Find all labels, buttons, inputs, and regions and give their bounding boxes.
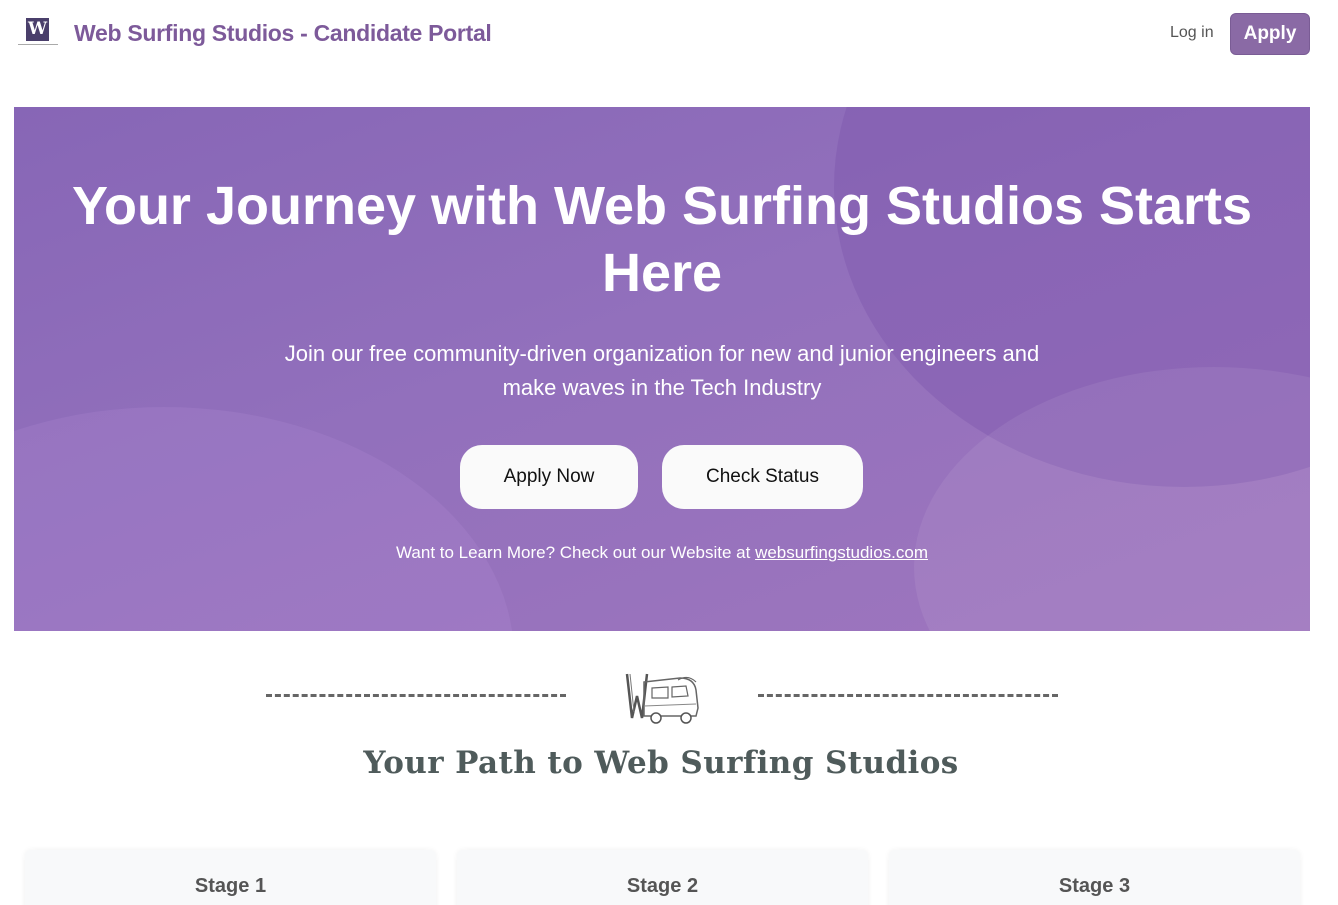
learn-more-label: Want to Learn More? Check out our Websit… — [396, 543, 756, 562]
hero-subtitle: Join our free community-driven organizat… — [284, 341, 1040, 400]
divider-left — [266, 694, 566, 697]
apply-now-button[interactable]: Apply Now — [460, 445, 638, 509]
brand-title[interactable]: Web Surfing Studios - Candidate Portal — [74, 20, 492, 47]
apply-button[interactable]: Apply — [1230, 13, 1310, 55]
path-section-title: Your Path to Web Surfing Studios — [363, 745, 959, 781]
check-status-button[interactable]: Check Status — [662, 445, 863, 509]
divider-right — [758, 694, 1058, 697]
stage-label: Stage 1 — [194, 875, 267, 897]
stage-card: Stage 1 — [25, 850, 436, 905]
stage-card: Stage 3 — [889, 850, 1300, 905]
ws-logo-icon[interactable]: W — [18, 16, 58, 50]
website-link[interactable]: websurfingstudios.com — [755, 543, 928, 562]
hero-wave-decoration — [14, 407, 514, 631]
stage-card: Stage 2 — [457, 850, 868, 905]
hero-title: Your Journey with Web Surfing Studios St… — [71, 176, 1253, 303]
van-icon — [622, 668, 704, 728]
learn-more-text: Want to Learn More? Check out our Websit… — [14, 543, 1310, 563]
hero-banner: Your Journey with Web Surfing Studios St… — [14, 107, 1310, 631]
login-link[interactable]: Log in — [1170, 24, 1214, 42]
stage-label: Stage 2 — [626, 875, 699, 897]
stage-label: Stage 3 — [1058, 875, 1131, 897]
top-navbar: W Web Surfing Studios - Candidate Portal… — [0, 0, 1338, 70]
